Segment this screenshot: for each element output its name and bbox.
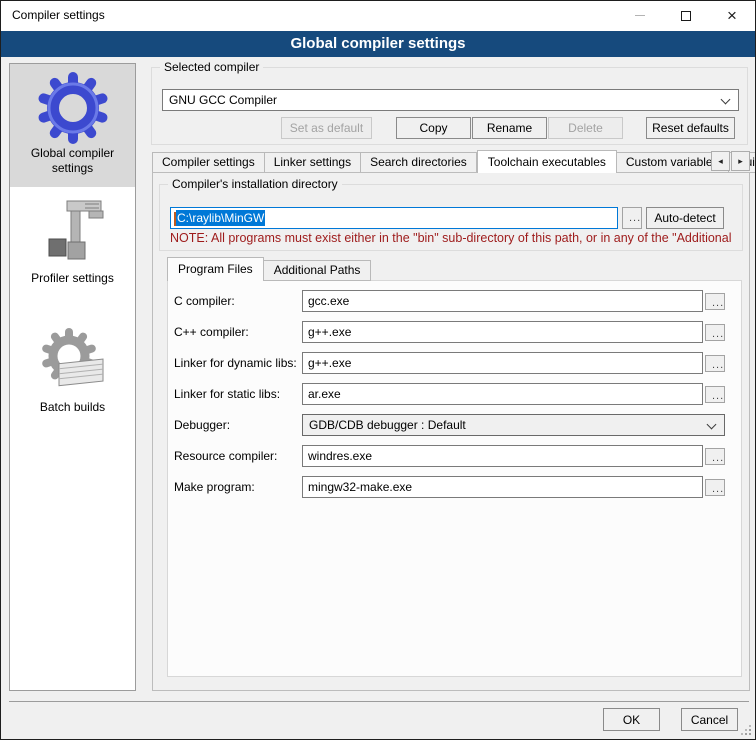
reset-defaults-button[interactable]: Reset defaults [646, 117, 735, 139]
right-arrow-icon: ▸ [738, 156, 743, 166]
field-row-linker-dynamic: Linker for dynamic libs: ... [174, 352, 737, 374]
minimize-button [617, 1, 663, 30]
field-row-make-program: Make program: ... [174, 476, 737, 498]
tab-toolchain-executables[interactable]: Toolchain executables [477, 150, 617, 173]
set-as-default-button: Set as default [281, 117, 372, 139]
sidebar-item-global-compiler-settings[interactable]: Global compiler settings [10, 64, 135, 187]
field-label: C++ compiler: [174, 321, 302, 343]
sidebar-item-label: Batch builds [10, 398, 135, 421]
field-label: Resource compiler: [174, 445, 302, 467]
title-bar: Compiler settings × [1, 1, 755, 31]
sidebar-item-batch-builds[interactable]: Batch builds [10, 318, 135, 421]
delete-button: Delete [548, 117, 623, 139]
c-compiler-input[interactable] [302, 290, 703, 312]
maximize-button[interactable] [663, 1, 709, 30]
maximize-icon [681, 11, 691, 21]
page-title: Global compiler settings [1, 31, 755, 57]
resize-grip[interactable] [749, 733, 751, 735]
field-row-resource-compiler: Resource compiler: ... [174, 445, 737, 467]
installation-directory-group: Compiler's installation directory C:\ray… [159, 184, 743, 251]
rename-button[interactable]: Rename [472, 117, 547, 139]
footer-divider [9, 701, 749, 702]
left-arrow-icon: ◂ [718, 156, 723, 166]
make-program-browse-button[interactable]: ... [705, 479, 725, 496]
c-compiler-browse-button[interactable]: ... [705, 293, 725, 310]
selected-compiler-group: Selected compiler GNU GCC Compiler Set a… [151, 67, 748, 145]
program-files-panel: C compiler: ... C++ compiler: ... Linker… [167, 280, 742, 677]
chevron-down-icon [721, 95, 731, 105]
linker-static-input[interactable] [302, 383, 703, 405]
cpp-compiler-input[interactable] [302, 321, 703, 343]
field-row-linker-static: Linker for static libs: ... [174, 383, 737, 405]
settings-tab-bar: Compiler settings Linker settings Search… [152, 150, 756, 173]
linker-dynamic-input[interactable] [302, 352, 703, 374]
compiler-settings-dialog: Compiler settings × Global compiler sett… [0, 0, 756, 740]
field-label: C compiler: [174, 290, 302, 312]
field-row-c-compiler: C compiler: ... [174, 290, 737, 312]
field-label: Make program: [174, 476, 302, 498]
close-button[interactable]: × [709, 1, 755, 30]
copy-button[interactable]: Copy [396, 117, 471, 139]
installation-directory-group-label: Compiler's installation directory [168, 177, 342, 191]
tab-linker-settings[interactable]: Linker settings [265, 152, 361, 173]
install-dir-browse-button[interactable]: ... [622, 207, 642, 229]
linker-static-browse-button[interactable]: ... [705, 386, 725, 403]
tab-scroll-right-button[interactable]: ▸ [731, 151, 750, 171]
field-row-debugger: Debugger: GDB/CDB debugger : Default [174, 414, 737, 436]
compiler-select[interactable]: GNU GCC Compiler [162, 89, 739, 111]
ok-button[interactable]: OK [603, 708, 660, 731]
debugger-select[interactable]: GDB/CDB debugger : Default [302, 414, 725, 436]
window-title: Compiler settings [12, 1, 105, 30]
field-label: Debugger: [174, 414, 302, 436]
field-label: Linker for static libs: [174, 383, 302, 405]
linker-dynamic-browse-button[interactable]: ... [705, 355, 725, 372]
field-label: Linker for dynamic libs: [174, 352, 302, 374]
caliper-icon [37, 197, 109, 269]
cancel-button[interactable]: Cancel [681, 708, 738, 731]
subtab-additional-paths[interactable]: Additional Paths [264, 260, 372, 281]
chevron-down-icon [707, 420, 717, 430]
tab-scroll-buttons: ◂ ▸ [710, 151, 750, 171]
install-dir-value: C:\raylib\MinGW [176, 210, 265, 226]
sidebar-item-label: Global compiler settings [10, 144, 135, 182]
sidebar-item-label: Profiler settings [10, 269, 135, 292]
install-dir-note: NOTE: All programs must exist either in … [170, 231, 742, 245]
subtab-program-files[interactable]: Program Files [167, 257, 264, 281]
cpp-compiler-browse-button[interactable]: ... [705, 324, 725, 341]
program-files-tab-bar: Program Files Additional Paths [167, 257, 371, 281]
tab-scroll-left-button[interactable]: ◂ [711, 151, 730, 171]
selected-compiler-group-label: Selected compiler [160, 60, 263, 74]
settings-category-list: Global compiler settings Profiler settin… [9, 63, 136, 691]
debugger-select-value: GDB/CDB debugger : Default [309, 418, 466, 432]
gear-blue-icon [37, 72, 109, 144]
sidebar-item-profiler-settings[interactable]: Profiler settings [10, 189, 135, 292]
compiler-select-value: GNU GCC Compiler [169, 93, 277, 107]
close-icon: × [727, 1, 737, 30]
tab-search-directories[interactable]: Search directories [361, 152, 477, 173]
resource-compiler-browse-button[interactable]: ... [705, 448, 725, 465]
tab-compiler-settings[interactable]: Compiler settings [152, 152, 265, 173]
resource-compiler-input[interactable] [302, 445, 703, 467]
gear-stack-icon [37, 326, 109, 398]
make-program-input[interactable] [302, 476, 703, 498]
caption-buttons: × [617, 1, 755, 30]
install-dir-input[interactable]: C:\raylib\MinGW [170, 207, 618, 229]
field-row-cpp-compiler: C++ compiler: ... [174, 321, 737, 343]
minimize-icon [635, 15, 645, 16]
auto-detect-button[interactable]: Auto-detect [646, 207, 724, 229]
